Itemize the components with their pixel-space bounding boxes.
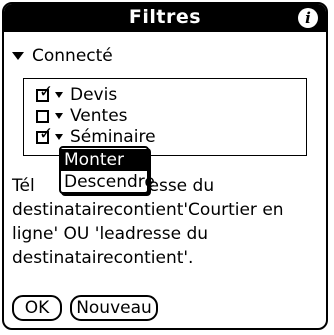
description-line-2: destinatairecontient'Courtier en: [12, 200, 284, 220]
info-icon[interactable]: i: [298, 8, 318, 28]
menu-item-monter[interactable]: Monter: [61, 149, 147, 171]
checkbox-seminaire[interactable]: [36, 124, 53, 144]
filter-item-devis[interactable]: Devis: [36, 82, 118, 105]
description-line-3: ligne' OU 'leadresse du: [12, 224, 209, 244]
group-label: Connecté: [32, 46, 113, 66]
triangle-down-icon[interactable]: [55, 92, 63, 98]
filters-dialog: Filtres i Connecté Devis Ventes Séminair…: [2, 2, 328, 330]
triangle-down-icon: [12, 52, 24, 60]
title-bar: Filtres i: [4, 4, 326, 32]
filter-label: Ventes: [70, 106, 128, 126]
filter-item-seminaire[interactable]: Séminaire: [36, 124, 156, 147]
menu-item-descendre[interactable]: Descendre: [61, 171, 155, 193]
filter-list: Devis Ventes Séminaire: [23, 78, 307, 156]
dialog-title: Filtres: [128, 6, 202, 28]
triangle-down-icon[interactable]: [55, 134, 63, 140]
ok-button[interactable]: OK: [12, 295, 62, 321]
description-line-4: destinatairecontient'.: [12, 248, 194, 268]
filter-label: Séminaire: [70, 127, 156, 147]
new-button[interactable]: Nouveau: [70, 295, 158, 321]
move-popup-menu: Monter Descendre: [59, 146, 155, 194]
triangle-down-icon[interactable]: [55, 113, 63, 119]
checkbox-devis[interactable]: [36, 82, 53, 102]
checkbox-ventes[interactable]: [36, 109, 49, 123]
group-selector[interactable]: Connecté: [12, 46, 113, 66]
filter-label: Devis: [70, 85, 118, 105]
